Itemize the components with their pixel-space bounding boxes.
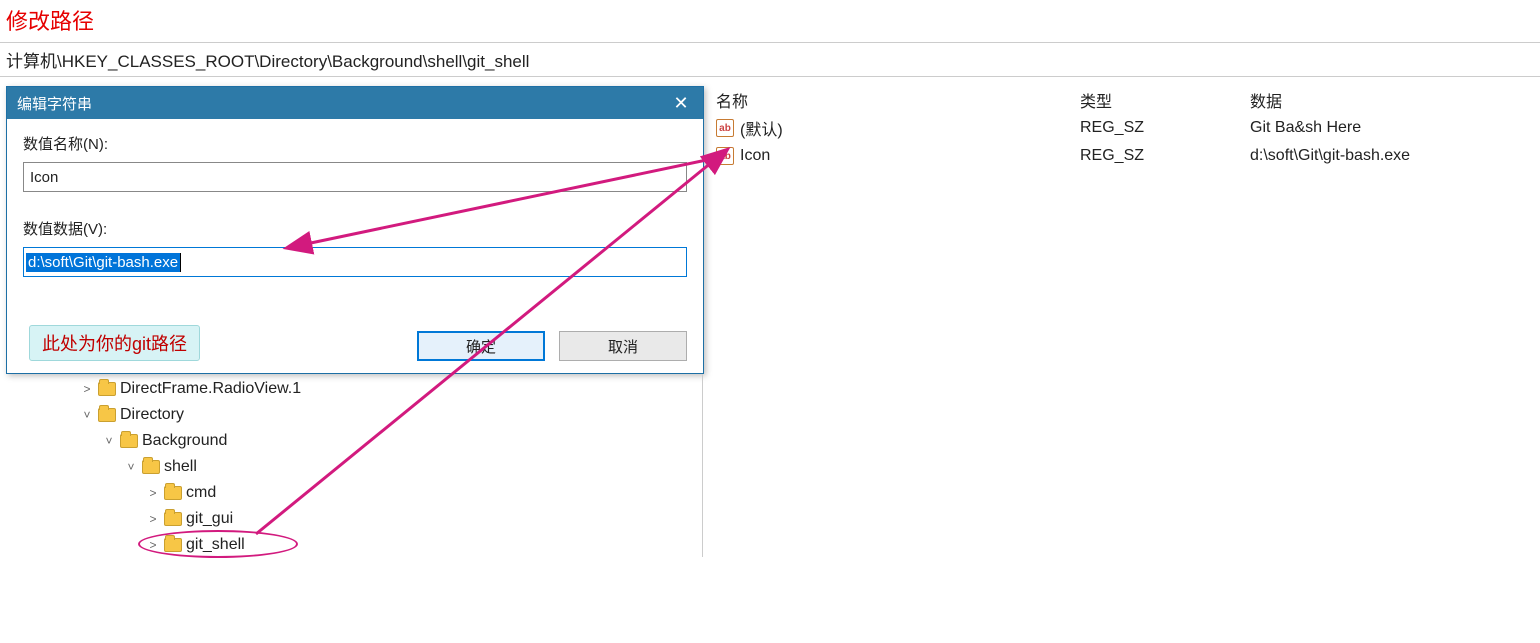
dialog-body: 数值名称(N): 数值数据(V): d:\soft\Git\git-bash.e… [7,119,703,315]
chevron-right-icon[interactable]: > [146,512,160,526]
dialog-title-text: 编辑字符串 [17,93,92,114]
chevron-right-icon[interactable]: > [146,538,160,552]
workspace: 名称 类型 数据 ab (默认) REG_SZ Git Ba&sh Here a… [6,86,1536,557]
string-value-icon: ab [716,119,734,137]
folder-icon [98,408,116,422]
pane-divider[interactable] [702,374,703,557]
values-pane: 名称 类型 数据 ab (默认) REG_SZ Git Ba&sh Here a… [710,86,1536,170]
tree-item-label: git_gui [186,510,233,528]
value-name: (默认) [740,116,783,140]
edit-string-dialog: 编辑字符串 ✕ 数值名称(N): 数值数据(V): d:\soft\Git\gi… [6,86,704,374]
value-data-input[interactable]: d:\soft\Git\git-bash.exe [23,247,687,277]
chevron-right-icon[interactable]: > [80,382,94,396]
chevron-down-icon[interactable]: ˅ [102,434,116,448]
chevron-down-icon[interactable]: ˅ [80,408,94,422]
cancel-button[interactable]: 取消 [559,331,687,361]
value-row[interactable]: ab Icon REG_SZ d:\soft\Git\git-bash.exe [710,142,1536,170]
tree-item[interactable]: ˅ Directory [40,402,680,428]
value-name-label: 数值名称(N): [23,133,687,154]
folder-icon [98,382,116,396]
tree-item-label: cmd [186,484,216,502]
registry-path-bar[interactable]: 计算机\HKEY_CLASSES_ROOT\Directory\Backgrou… [0,43,1540,77]
folder-icon [164,486,182,500]
folder-icon [164,538,182,552]
annotation-tip: 此处为你的git路径 [29,325,200,361]
registry-tree: > DirectFrame.RadioView.1 ˅ Directory ˅ … [40,376,680,558]
tree-item-selected[interactable]: > git_shell [40,532,680,558]
chevron-right-icon[interactable]: > [146,486,160,500]
column-header-data[interactable]: 数据 [1250,88,1536,112]
tree-item[interactable]: > DirectFrame.RadioView.1 [40,376,680,402]
folder-icon [142,460,160,474]
value-type: REG_SZ [1080,119,1250,137]
tree-item[interactable]: > cmd [40,480,680,506]
values-header-row: 名称 类型 数据 [710,86,1536,114]
tree-item-label: DirectFrame.RadioView.1 [120,380,301,398]
value-data: Git Ba&sh Here [1250,119,1536,137]
annotation-title: 修改路径 [0,0,1540,43]
value-data: d:\soft\Git\git-bash.exe [1250,147,1536,165]
string-value-icon: ab [716,147,734,165]
value-name-input[interactable] [23,162,687,192]
column-header-name[interactable]: 名称 [710,88,1080,112]
folder-icon [120,434,138,448]
ok-button[interactable]: 确定 [417,331,545,361]
tree-item-label: shell [164,458,197,476]
tree-item[interactable]: ˅ shell [40,454,680,480]
dialog-titlebar[interactable]: 编辑字符串 ✕ [7,87,703,119]
tree-item-label: Background [142,432,227,450]
value-data-selected-text: d:\soft\Git\git-bash.exe [26,253,181,272]
value-data-label: 数值数据(V): [23,218,687,239]
tree-item[interactable]: ˅ Background [40,428,680,454]
tree-item[interactable]: > git_gui [40,506,680,532]
close-icon[interactable]: ✕ [659,87,703,119]
value-row[interactable]: ab (默认) REG_SZ Git Ba&sh Here [710,114,1536,142]
tree-item-label: git_shell [186,536,245,554]
tree-item-label: Directory [120,406,184,424]
value-type: REG_SZ [1080,147,1250,165]
value-name: Icon [740,147,770,165]
column-header-type[interactable]: 类型 [1080,88,1250,112]
chevron-down-icon[interactable]: ˅ [124,460,138,474]
folder-icon [164,512,182,526]
